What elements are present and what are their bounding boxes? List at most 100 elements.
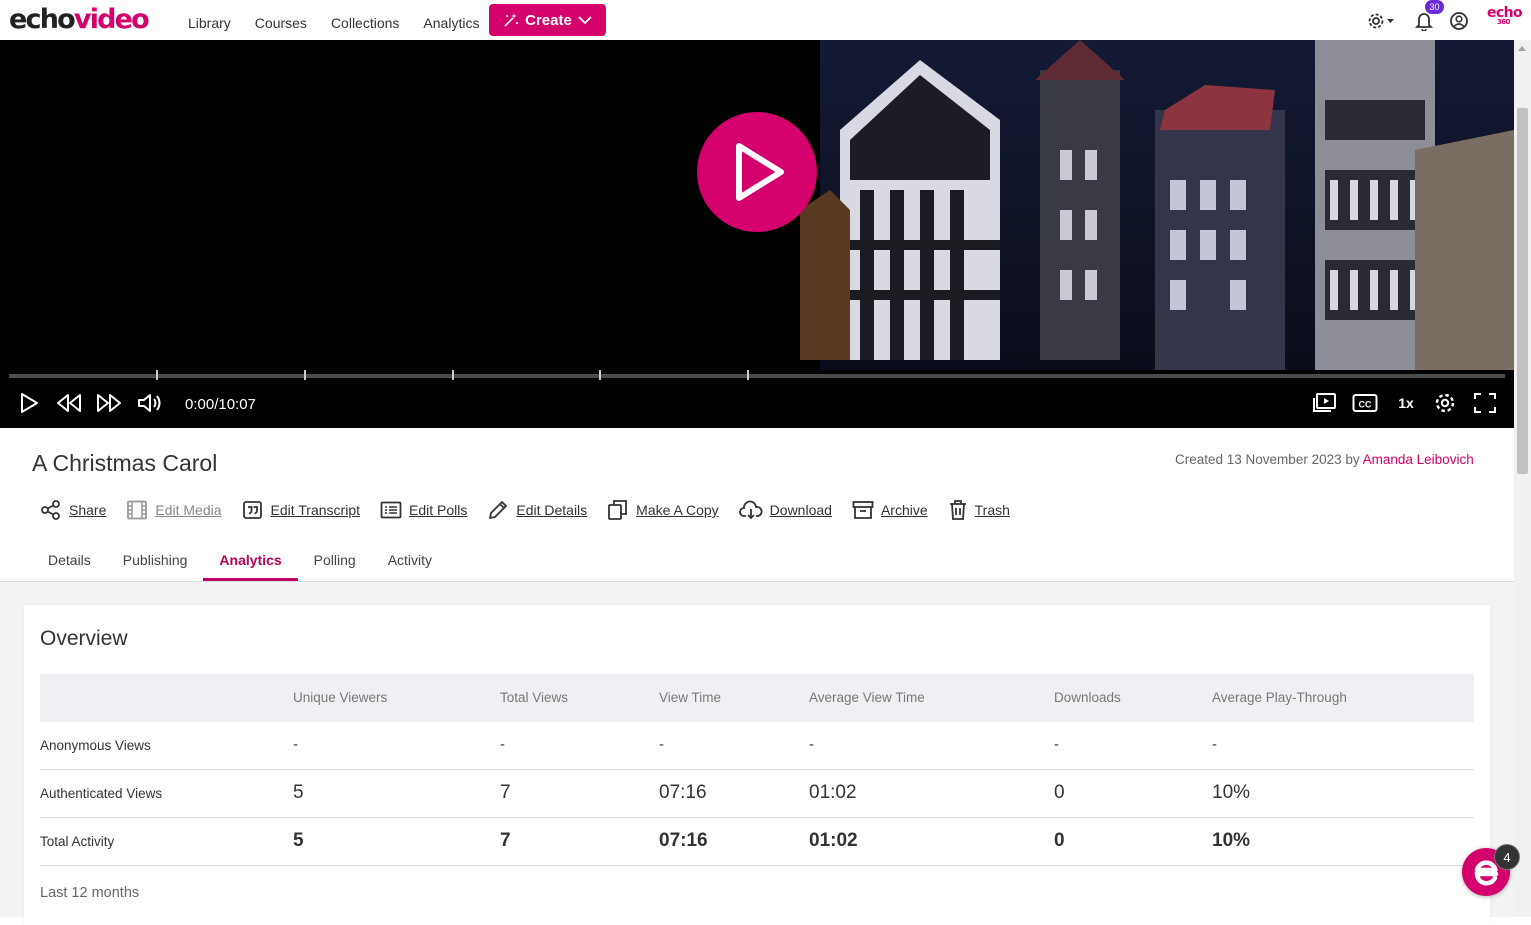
trash-label: Trash <box>974 502 1010 518</box>
download-label: Download <box>769 502 832 518</box>
fast-forward-button[interactable] <box>95 390 123 416</box>
table-cell: 0 <box>1054 830 1065 851</box>
fullscreen-icon <box>1474 393 1496 413</box>
quote-icon <box>242 501 262 519</box>
column-view-time: View Time <box>659 690 722 705</box>
edit-polls-label: Edit Polls <box>409 502 468 518</box>
share-label: Share <box>69 502 107 518</box>
bell-icon <box>1415 13 1433 31</box>
edit-polls-button[interactable]: Edit Polls <box>380 500 467 520</box>
edit-media-button[interactable]: Edit Media <box>126 500 222 520</box>
copy-icon <box>608 500 628 520</box>
author-link[interactable]: Amanda Leibovich <box>1363 452 1474 467</box>
closed-captions-button[interactable]: CC <box>1352 390 1378 416</box>
table-cell: 7 <box>500 830 511 851</box>
film-icon <box>127 500 148 520</box>
chapter-marker <box>747 370 749 380</box>
settings-menu-button[interactable] <box>1366 10 1396 32</box>
make-a-copy-label: Make A Copy <box>636 502 719 518</box>
svg-text:CC: CC <box>1359 400 1372 410</box>
nav-collections[interactable]: Collections <box>331 15 399 31</box>
chat-count-badge: 4 <box>1494 844 1520 870</box>
volume-button[interactable] <box>136 390 164 416</box>
user-circle-icon <box>1450 12 1468 30</box>
column-total-views: Total Views <box>500 690 569 705</box>
chapter-marker <box>156 370 158 380</box>
video-player[interactable]: 0:00/10:07 CC 1x <box>0 40 1514 428</box>
download-button[interactable]: Download <box>738 500 832 520</box>
nav-courses[interactable]: Courses <box>255 15 307 31</box>
play-button[interactable] <box>16 390 42 416</box>
table-cell: - <box>659 736 664 753</box>
time-period-label: Last 12 months <box>40 885 140 901</box>
column-downloads: Downloads <box>1054 690 1121 705</box>
media-title: A Christmas Carol <box>32 450 218 476</box>
make-a-copy-button[interactable]: Make A Copy <box>607 499 719 521</box>
row-label: Total Activity <box>40 834 115 849</box>
create-label: Create <box>525 11 572 29</box>
column-unique-viewers: Unique Viewers <box>293 690 388 705</box>
nav-library[interactable]: Library <box>188 15 231 31</box>
table-cell: - <box>1054 736 1059 753</box>
page-scrollbar[interactable] <box>1514 40 1531 917</box>
table-cell: 5 <box>293 830 304 851</box>
magic-wand-icon <box>504 13 519 27</box>
tab-analytics[interactable]: Analytics <box>203 541 298 581</box>
overview-table-header: Unique Viewers Total Views View Time Ave… <box>40 674 1474 722</box>
account-button[interactable] <box>1448 10 1470 32</box>
top-navigation: echovideo Library Courses Collections An… <box>0 0 1531 40</box>
table-cell: - <box>809 736 814 753</box>
rewind-button[interactable] <box>55 390 83 416</box>
play-icon <box>21 393 38 413</box>
tab-polling[interactable]: Polling <box>298 541 372 581</box>
brand-part-video: video <box>73 4 150 35</box>
table-row-total: Total Activity 5 7 07:16 01:02 0 10% <box>40 818 1474 866</box>
list-icon <box>380 501 402 519</box>
big-play-button[interactable] <box>697 112 817 232</box>
edit-details-label: Edit Details <box>516 502 588 518</box>
player-settings-button[interactable] <box>1432 390 1458 416</box>
media-tabs: Details Publishing Analytics Polling Act… <box>32 541 448 581</box>
fast-forward-icon <box>97 394 121 412</box>
table-cell: 01:02 <box>809 830 858 851</box>
table-cell: 7 <box>500 782 511 803</box>
fullscreen-button[interactable] <box>1472 390 1498 416</box>
tab-publishing[interactable]: Publishing <box>107 541 204 581</box>
echo360-logo[interactable]: echo 360 <box>1487 6 1523 26</box>
chapter-marker <box>452 370 454 380</box>
create-button[interactable]: Create <box>489 4 606 36</box>
trash-button[interactable]: Trash <box>948 499 1010 521</box>
table-cell: 10% <box>1212 830 1251 851</box>
pencil-icon <box>489 501 508 519</box>
table-cell: - <box>1212 736 1217 753</box>
playback-speed-button[interactable]: 1x <box>1393 390 1419 416</box>
created-info: Created 13 November 2023 by Amanda Leibo… <box>1175 452 1474 467</box>
table-cell: - <box>293 736 298 753</box>
archive-icon <box>852 501 874 519</box>
archive-button[interactable]: Archive <box>852 500 928 520</box>
scrollbar-thumb[interactable] <box>1517 108 1528 474</box>
progress-bar[interactable] <box>9 370 1505 380</box>
settings-icon <box>1435 393 1455 413</box>
edit-details-button[interactable]: Edit Details <box>487 499 587 521</box>
tab-details[interactable]: Details <box>32 541 107 581</box>
table-row: Anonymous Views - - - - - - <box>40 722 1474 770</box>
timecode: 0:00/10:07 <box>185 396 256 413</box>
edit-transcript-button[interactable]: Edit Transcript <box>242 500 360 520</box>
media-view-button[interactable] <box>1312 390 1338 416</box>
echovideo-logo[interactable]: echovideo <box>9 3 150 37</box>
share-button[interactable]: Share <box>40 500 106 520</box>
gear-icon <box>1368 13 1394 29</box>
overview-title: Overview <box>40 627 128 650</box>
nav-analytics[interactable]: Analytics <box>423 15 479 31</box>
trash-icon <box>949 500 966 520</box>
chapter-marker <box>304 370 306 380</box>
rewind-icon <box>57 394 81 412</box>
chapter-marker <box>599 370 601 380</box>
row-label: Authenticated Views <box>40 786 163 801</box>
table-cell: 0 <box>1054 782 1065 803</box>
table-cell: 5 <box>293 782 304 803</box>
tab-activity[interactable]: Activity <box>372 541 448 581</box>
scroll-up-arrow-icon[interactable] <box>1518 46 1526 51</box>
cloud-download-icon <box>738 500 763 520</box>
